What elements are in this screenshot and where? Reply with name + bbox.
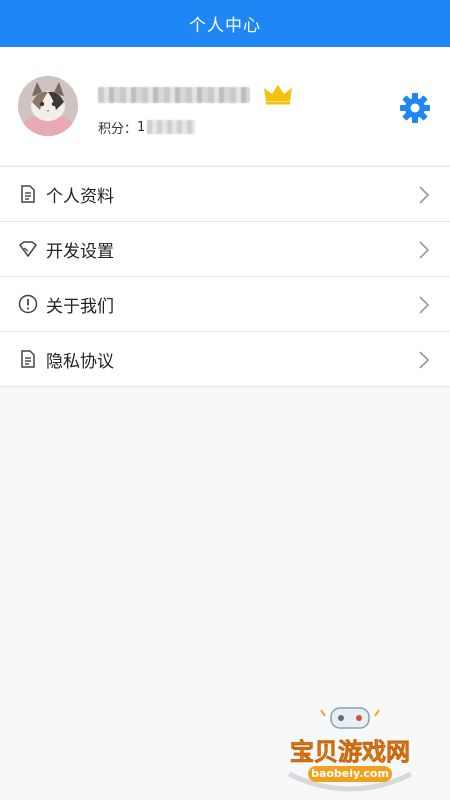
menu-item-label: 个人资料 [46,186,114,207]
chevron-right-icon [419,241,430,259]
menu-item-dev-settings[interactable]: 开发设置 [0,222,450,277]
points-value-blurred [147,120,196,134]
points-label: 积分： [98,121,138,137]
page-title: 个人中心 [189,16,261,36]
watermark: 宝贝游戏网 baobeiy.com [275,704,425,794]
cat-avatar-image [18,76,78,136]
gear-icon[interactable] [399,92,431,124]
chevron-right-icon [419,186,430,204]
menu-item-profile[interactable]: 个人资料 [0,167,450,222]
chevron-right-icon [419,351,430,369]
profile-card[interactable]: 积分： 1 [0,47,450,165]
menu-list: 个人资料 开发设置 关于我们 隐私协议 [0,166,450,387]
menu-item-label: 关于我们 [46,296,114,317]
avatar[interactable] [18,76,78,136]
info-icon [18,294,38,314]
menu-item-label: 隐私协议 [46,351,114,372]
username-blurred [98,87,250,103]
diamond-icon [19,241,37,257]
menu-item-about[interactable]: 关于我们 [0,277,450,332]
points-value: 1 [137,119,146,135]
watermark-text: 宝贝游戏网 [290,738,411,767]
chevron-right-icon [419,296,430,314]
crown-icon [264,85,292,105]
menu-item-privacy[interactable]: 隐私协议 [0,332,450,387]
top-bar: 个人中心 [0,0,450,47]
menu-item-label: 开发设置 [46,241,114,262]
points-row: 积分： 1 [98,117,196,137]
watermark-url: baobeiy.com [308,766,392,782]
document-icon [21,185,35,203]
document-icon [21,350,35,368]
